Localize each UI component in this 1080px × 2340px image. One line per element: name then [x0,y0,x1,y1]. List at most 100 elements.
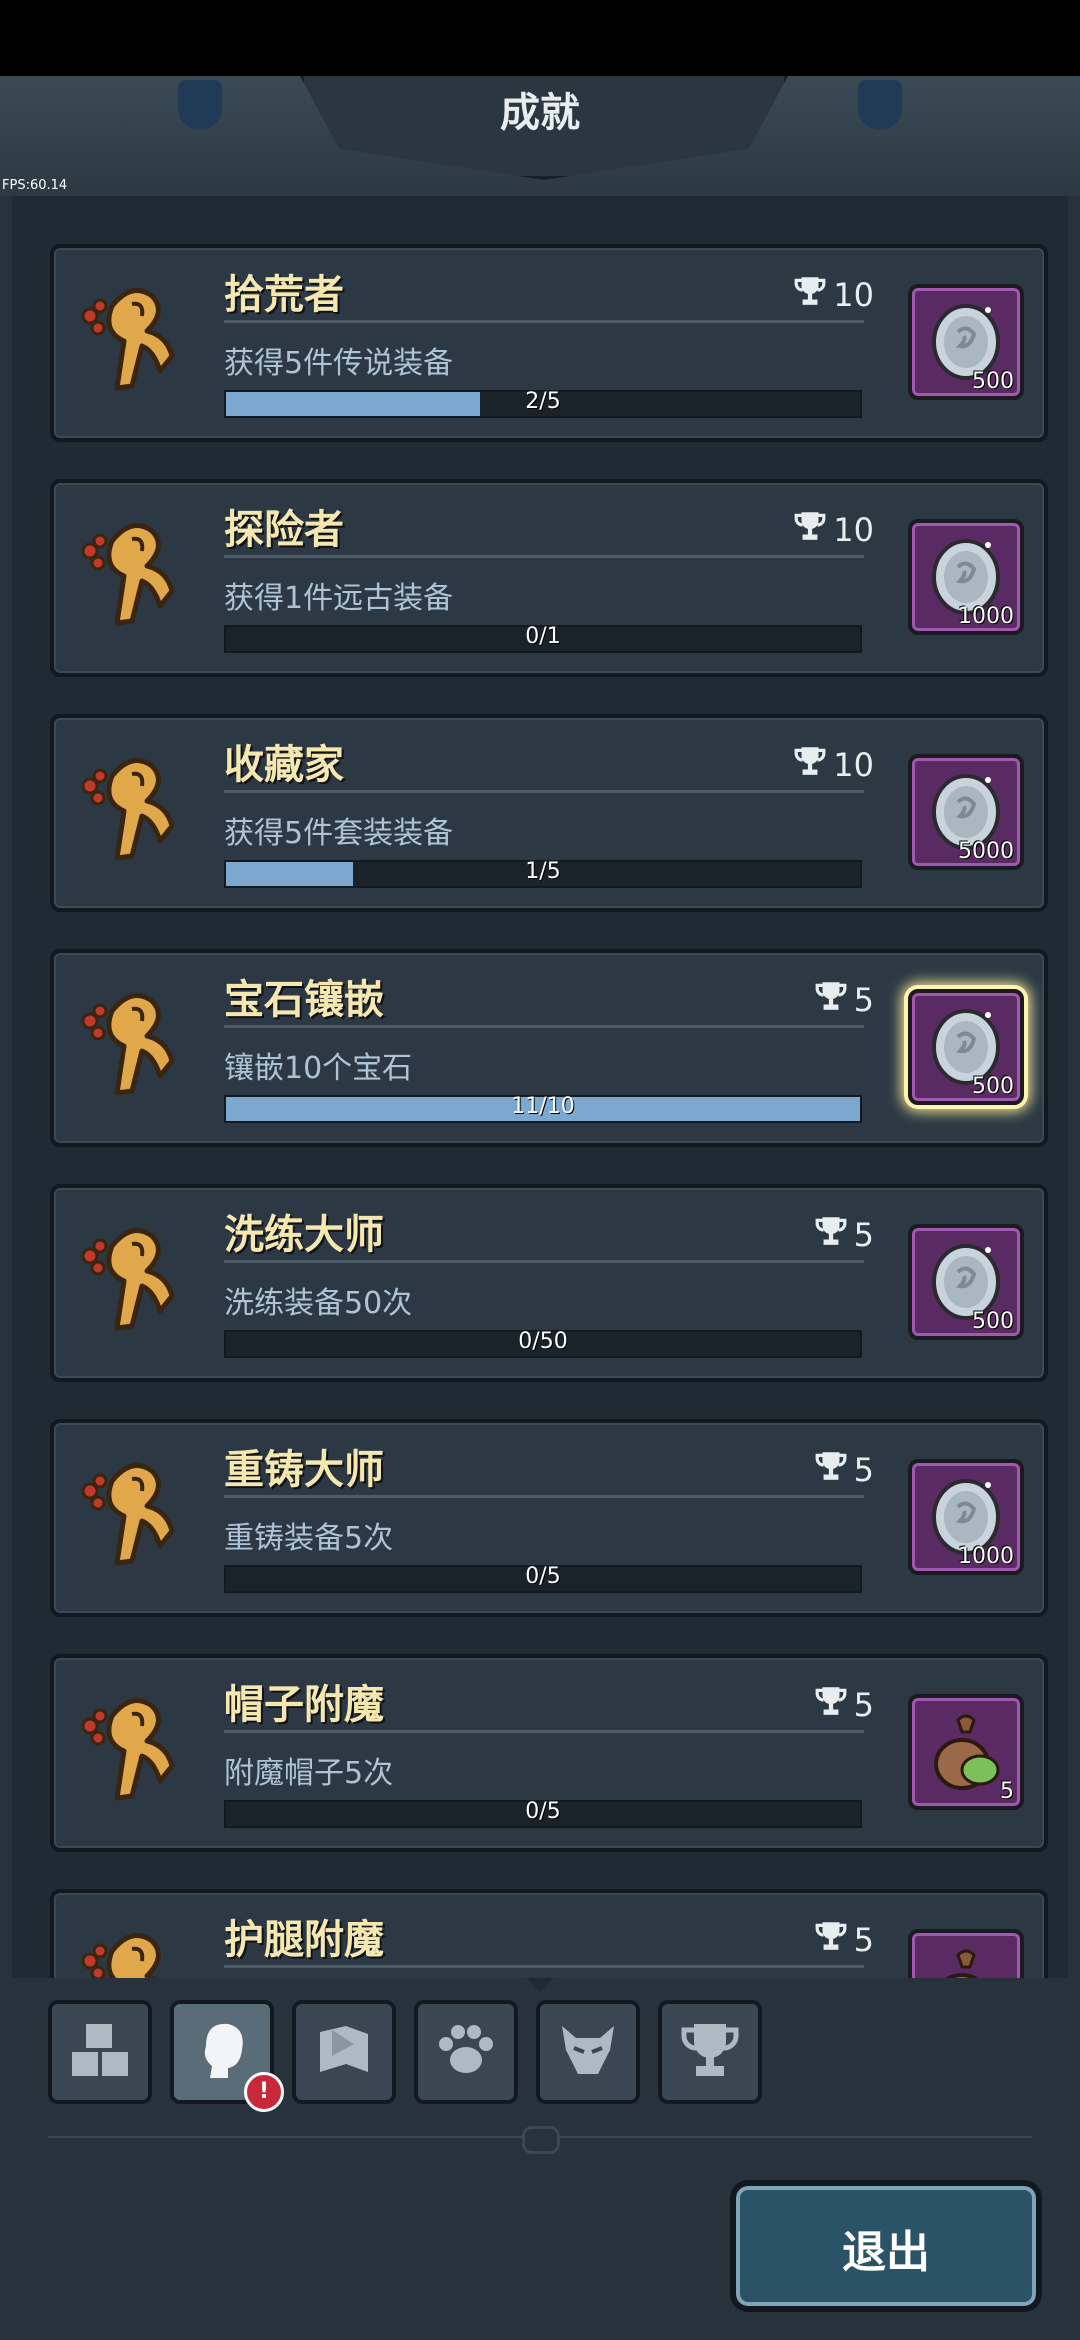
title-divider [224,320,864,323]
progress-bar: 0/5 [224,1799,862,1828]
achievement-points: 5 [814,1684,874,1726]
achievement-title: 收藏家 [224,742,344,788]
points-value: 5 [853,1216,874,1254]
trophy-icon [793,274,827,316]
reward-slot[interactable]: 1000 [908,1459,1024,1575]
progress-text: 0/5 [525,1799,561,1824]
achievement-description: 重铸装备5次 [224,1521,394,1556]
achievement-title: 帽子附魔 [224,1682,384,1728]
trophy-icon [814,979,848,1021]
achievement-title: 洗练大师 [224,1212,384,1258]
alert-badge: ! [244,2072,284,2112]
achievement-points: 10 [793,744,874,786]
achievement-card[interactable]: 帽子附魔 5 附魔帽子5次 0/5 5 [50,1654,1048,1852]
divider-ornament [522,2126,560,2154]
reward-count: 1000 [958,1544,1014,1569]
trophy-icon [793,509,827,551]
points-value: 10 [833,511,874,549]
reward-count: 500 [972,1074,1014,1099]
staff-icon [72,1451,192,1581]
reward-slot[interactable]: 500 [908,989,1024,1105]
achievement-card[interactable]: 重铸大师 5 重铸装备5次 0/5 1000 [50,1419,1048,1617]
staff-icon [72,1686,192,1816]
tab-map-flag[interactable] [292,2000,396,2104]
achievement-points: 5 [814,1919,874,1961]
title-divider [224,1730,864,1733]
achievement-title: 宝石镶嵌 [224,977,384,1023]
points-value: 5 [853,1921,874,1959]
staff-icon [72,511,192,641]
achievement-points: 10 [793,274,874,316]
reward-slot[interactable]: 5 [908,1694,1024,1810]
points-value: 5 [853,981,874,1019]
reward-slot[interactable]: 500 [908,284,1024,400]
reward-count: 1000 [958,604,1014,629]
staff-icon [72,746,192,876]
progress-text: 0/5 [525,1564,561,1589]
fps-counter: FPS:60.14 [2,178,68,193]
tab-blocks[interactable] [48,2000,152,2104]
trophy-icon [793,744,827,786]
achievement-description: 附魔帽子5次 [224,1756,394,1791]
achievement-card[interactable]: 拾荒者 10 获得5件传说装备 2/5 500 [50,244,1048,442]
reward-slot[interactable]: 5000 [908,754,1024,870]
reward-count: 5 [1000,1779,1014,1804]
achievement-card[interactable]: 探险者 10 获得1件远古装备 0/1 1000 [50,479,1048,677]
points-value: 5 [853,1686,874,1724]
progress-text: 2/5 [525,389,561,414]
progress-text: 0/50 [518,1329,568,1354]
title-divider [224,790,864,793]
progress-text: 0/1 [525,624,561,649]
tab-trophy[interactable] [658,2000,762,2104]
trophy-icon [814,1214,848,1256]
trophy-icon [814,1919,848,1961]
exit-button-label: 退出 [842,2227,930,2278]
achievement-title: 护腿附魔 [224,1917,384,1963]
achievement-list[interactable]: 拾荒者 10 获得5件传说装备 2/5 500 探险者 10 获得1件远古装备 … [12,196,1068,1978]
achievement-description: 镶嵌10个宝石 [224,1051,413,1086]
reward-count: 5000 [958,839,1014,864]
progress-text: 1/5 [525,859,561,884]
achievement-card[interactable]: 宝石镶嵌 5 镶嵌10个宝石 11/10 500 [50,949,1048,1147]
achievement-title: 探险者 [224,507,344,553]
achievement-card[interactable]: 收藏家 10 获得5件套装装备 1/5 5000 [50,714,1048,912]
progress-text: 11/10 [511,1094,575,1119]
achievement-description: 获得5件传说装备 [224,346,454,381]
reward-count: 500 [972,369,1014,394]
progress-bar: 0/1 [224,624,862,653]
tab-monster[interactable] [536,2000,640,2104]
trophy-icon [814,1449,848,1491]
achievement-description: 洗练装备50次 [224,1286,413,1321]
tab-paw[interactable] [414,2000,518,2104]
reward-count: 500 [972,1309,1014,1334]
progress-bar: 11/10 [224,1094,862,1123]
title-divider [224,1965,864,1968]
achievement-points: 5 [814,1449,874,1491]
title-divider [224,1025,864,1028]
reward-slot[interactable]: 500 [908,1224,1024,1340]
achievement-title: 重铸大师 [224,1447,384,1493]
exit-button[interactable]: 退出 [730,2180,1042,2312]
reward-slot[interactable] [908,1929,1024,1978]
staff-icon [72,276,192,406]
title-divider [224,555,864,558]
achievement-points: 5 [814,979,874,1021]
title-divider [224,1495,864,1498]
points-value: 10 [833,746,874,784]
staff-icon [72,1216,192,1346]
reward-slot[interactable]: 1000 [908,519,1024,635]
page-title: 成就 [500,90,580,136]
status-bar [0,0,1080,76]
staff-icon [72,981,192,1111]
progress-bar: 0/5 [224,1564,862,1593]
achievement-card[interactable]: 洗练大师 5 洗练装备50次 0/50 500 [50,1184,1048,1382]
progress-bar: 1/5 [224,859,862,888]
achievement-description: 获得5件套装装备 [224,816,454,851]
trophy-icon [814,1684,848,1726]
staff-icon [72,1921,192,1978]
points-value: 5 [853,1451,874,1489]
tab-pointer [526,1978,554,1992]
progress-bar: 2/5 [224,389,862,418]
achievement-card[interactable]: 护腿附魔 5 [50,1889,1048,1978]
achievement-points: 10 [793,509,874,551]
